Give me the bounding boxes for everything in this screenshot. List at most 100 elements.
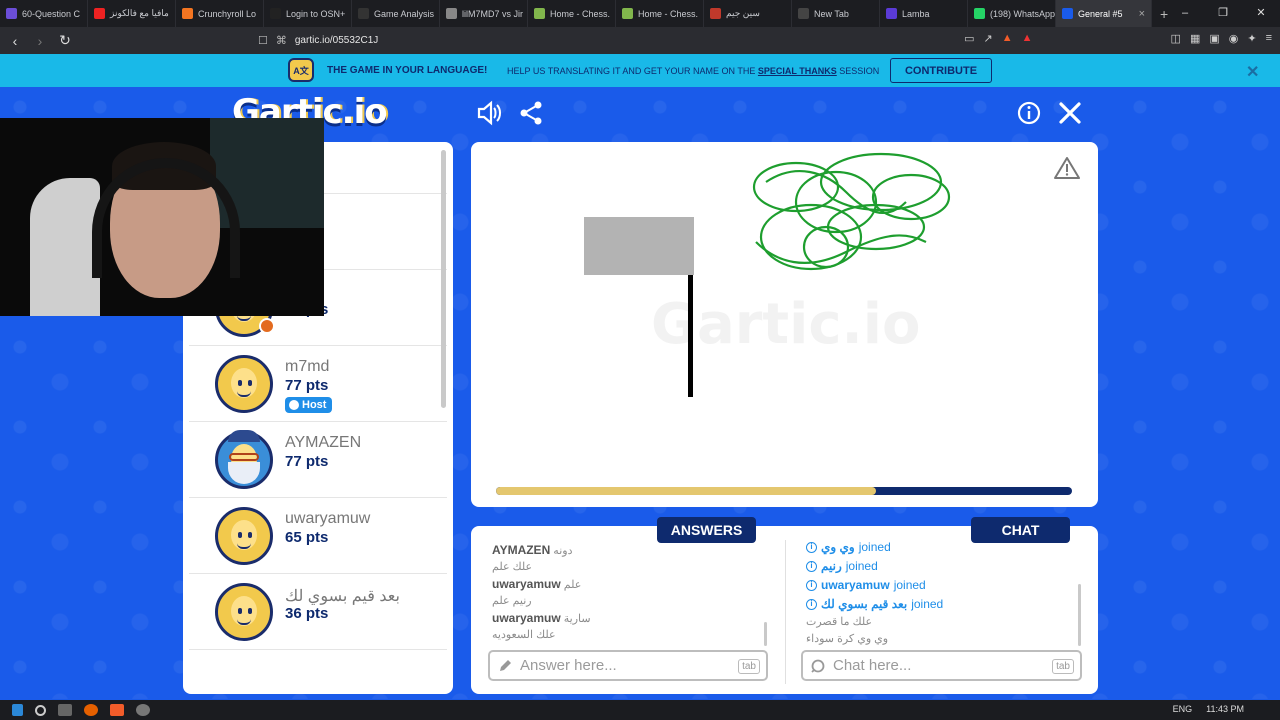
brave-icon[interactable] <box>110 704 124 716</box>
brave-shield-icon[interactable]: ▲ <box>1002 32 1013 45</box>
player-points: 77 pts <box>285 453 329 470</box>
host-icon <box>289 400 299 410</box>
translate-icon: A文 <box>288 58 314 82</box>
forward-button[interactable]: › <box>30 33 50 49</box>
wallet-icon[interactable]: ▣ <box>1209 32 1219 45</box>
browser-tab[interactable]: Home - Chess. <box>616 0 704 27</box>
chat-message: وي وي كرة سوداء <box>806 633 889 645</box>
sidebar-icon[interactable]: ◫ <box>1171 32 1181 45</box>
answer-text: دونه <box>553 545 573 557</box>
clock[interactable]: 11:43 PM <box>1206 704 1244 714</box>
chat-joined-line: i uwaryamuw joined <box>806 576 1076 595</box>
player-avatar <box>215 430 273 489</box>
tab-favicon-icon <box>974 8 985 19</box>
reload-button[interactable]: ↻ <box>55 32 75 49</box>
firefox-icon[interactable] <box>84 704 98 716</box>
browser-tab[interactable]: Crunchyroll Lo <box>176 0 264 27</box>
tab-close-icon[interactable]: × <box>1139 8 1145 20</box>
tab-favicon-icon <box>710 8 721 19</box>
language-indicator[interactable]: ENG <box>1173 704 1193 714</box>
answers-chat-divider <box>785 540 786 684</box>
tab-favicon-icon <box>622 8 633 19</box>
browser-tab[interactable]: مافيا مع فالكونز <box>88 0 176 27</box>
chat-tab-hint: tab <box>1052 659 1074 674</box>
rewards-icon[interactable]: ▲ <box>1022 32 1033 45</box>
player-points: 77 pts <box>285 377 329 394</box>
special-thanks-link[interactable]: SPECIAL THANKS <box>758 66 837 76</box>
chat-joined-line: i رنيم joined <box>806 557 1076 576</box>
chat-scrollbar[interactable] <box>1078 584 1081 646</box>
tab-favicon-icon <box>534 8 545 19</box>
exit-icon[interactable] <box>1057 100 1083 126</box>
bookmark-icon[interactable]: ☐ <box>258 34 268 47</box>
chat-joined-line: i وي وي joined <box>806 538 1076 557</box>
maximize-button[interactable]: ❐ <box>1204 0 1242 27</box>
player-avatar <box>215 583 273 641</box>
system-tray: ENG 11:43 PM <box>1173 704 1244 714</box>
site-info-icon[interactable]: ⌘ <box>276 34 287 47</box>
menu-icon[interactable]: ≡ <box>1266 32 1272 45</box>
window-controls: – ❐ ✕ <box>1166 0 1280 27</box>
chat-input[interactable]: Chat here... tab <box>801 650 1082 681</box>
tab-favicon-icon <box>270 8 281 19</box>
browser-tab[interactable]: Login to OSN+ <box>264 0 352 27</box>
obs-icon[interactable] <box>136 704 150 716</box>
answer-line: uwaryamuw علم <box>492 576 762 593</box>
answer-input[interactable]: Answer here... tab <box>488 650 768 681</box>
banner-close-icon[interactable]: ✕ <box>1246 62 1259 82</box>
cast-icon[interactable]: ▭ <box>964 32 974 45</box>
address-bar-row: ‹ › ↻ ☐ ⌘ gartic.io/05532C1J ▭ ↗ ▲ ▲ ◫ ▦… <box>0 27 1280 54</box>
banner-title: THE GAME IN YOUR LANGUAGE! <box>327 65 488 76</box>
player-row: m7md 77 pts Host <box>189 346 447 422</box>
host-badge: Host <box>285 397 333 413</box>
host-badge-label: Host <box>302 399 327 411</box>
browser-tab[interactable]: Lamba <box>880 0 968 27</box>
answers-tab[interactable]: ANSWERS <box>657 517 756 543</box>
webcam-chair <box>30 178 100 316</box>
tab-title: Home - Chess. <box>550 8 611 19</box>
vpn-icon[interactable]: ◉ <box>1229 32 1239 45</box>
joined-player-name: بعد قيم بسوي لك <box>821 597 908 611</box>
browser-tab[interactable]: Game Analysis <box>352 0 440 27</box>
joined-player-name: uwaryamuw <box>821 578 890 592</box>
report-warning-icon[interactable] <box>1054 156 1080 180</box>
browser-tab[interactable]: New Tab <box>792 0 880 27</box>
browser-tab[interactable]: lilM7MD7 vs Jir <box>440 0 528 27</box>
player-name: بعد قيم بسوي لك <box>285 588 400 605</box>
start-icon[interactable] <box>12 704 23 716</box>
players-scrollbar[interactable] <box>441 150 446 408</box>
info-icon[interactable] <box>1016 100 1042 126</box>
drawn-green-scribble <box>752 152 951 271</box>
browser-tab[interactable]: سين جيم <box>704 0 792 27</box>
player-name: AYMAZEN <box>285 434 362 451</box>
browser-tab[interactable]: (198) WhatsApp <box>968 0 1056 27</box>
browser-tab[interactable]: Home - Chess. <box>528 0 616 27</box>
info-icon: i <box>806 561 817 572</box>
tab-favicon-icon <box>182 8 193 19</box>
minimize-button[interactable]: – <box>1166 0 1204 27</box>
task-view-icon[interactable] <box>58 704 72 716</box>
sound-icon[interactable] <box>476 100 502 126</box>
leo-icon[interactable]: ✦ <box>1247 32 1256 45</box>
answer-line: علك علم <box>492 559 762 576</box>
banner-text: HELP US TRANSLATING IT AND GET YOUR NAME… <box>507 66 880 76</box>
browser-tab[interactable]: 60-Question C <box>0 0 88 27</box>
drawing-canvas[interactable]: Gartic.io <box>471 142 1098 507</box>
search-icon[interactable] <box>35 704 46 716</box>
translation-banner: A文 THE GAME IN YOUR LANGUAGE! HELP US TR… <box>0 54 1280 87</box>
extensions-icon[interactable]: ▦ <box>1190 32 1200 45</box>
answers-scrollbar[interactable] <box>764 622 767 646</box>
player-name: m7md <box>285 358 330 375</box>
share-game-icon[interactable] <box>518 100 544 126</box>
tab-favicon-icon <box>886 8 897 19</box>
share-icon[interactable]: ↗ <box>984 32 993 45</box>
answer-author: AYMAZEN <box>492 543 551 557</box>
contribute-button[interactable]: CONTRIBUTE <box>890 58 992 83</box>
player-points: 36 pts <box>285 605 329 622</box>
browser-tab[interactable]: General #5 × <box>1056 0 1152 27</box>
url-field[interactable]: ☐ ⌘ gartic.io/05532C1J <box>258 31 998 50</box>
chat-joined-line: i بعد قيم بسوي لك joined <box>806 595 1076 614</box>
close-window-button[interactable]: ✕ <box>1242 0 1280 27</box>
answer-tab-hint: tab <box>738 659 760 674</box>
back-button[interactable]: ‹ <box>5 33 25 49</box>
